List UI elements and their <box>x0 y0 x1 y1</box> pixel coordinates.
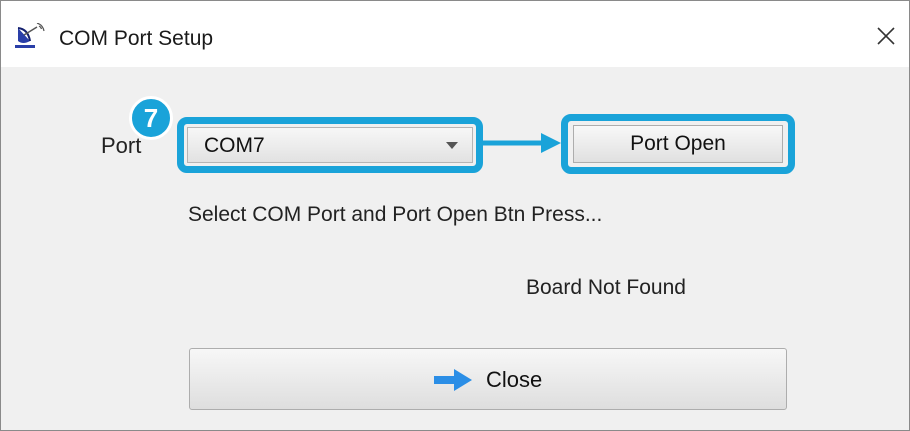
annotation-arrow-icon <box>483 133 561 153</box>
window-title: COM Port Setup <box>59 27 214 50</box>
satellite-dish-icon <box>15 23 45 48</box>
title-bar: COM Port Setup <box>1 1 909 67</box>
board-status: Board Not Found <box>526 276 686 299</box>
close-button-label: Close <box>486 367 543 392</box>
instruction-text: Select COM Port and Port Open Btn Press.… <box>188 203 603 226</box>
right-arrow-icon <box>434 369 472 391</box>
com-port-setup-window: COM Port Setup Port COM7 Port Open 7 Sel… <box>0 0 910 431</box>
port-label: Port <box>101 133 142 158</box>
step-badge: 7 <box>129 96 173 140</box>
port-select-highlight <box>177 117 483 173</box>
port-open-highlight <box>561 114 795 174</box>
close-icon[interactable] <box>869 19 903 53</box>
close-button[interactable]: Close <box>189 348 787 410</box>
